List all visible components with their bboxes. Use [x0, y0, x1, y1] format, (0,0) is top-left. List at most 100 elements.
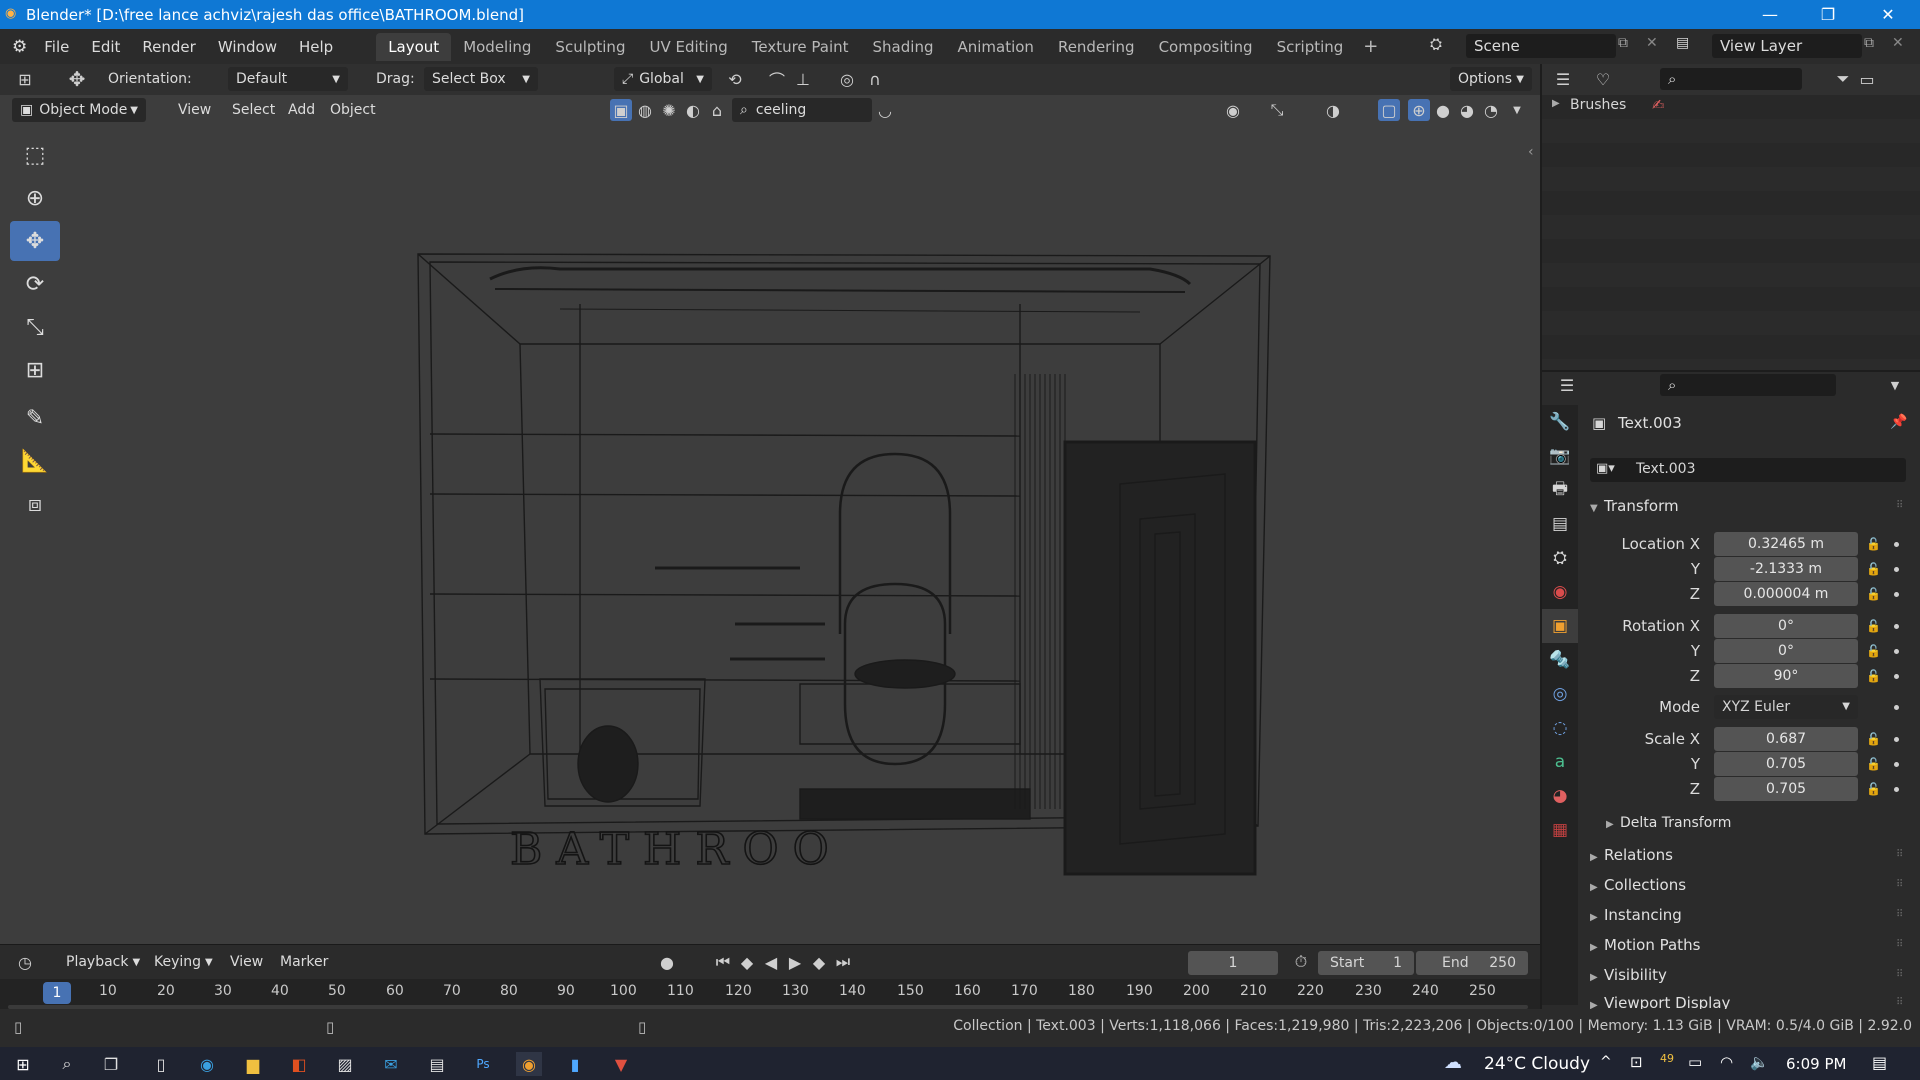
task-view-icon[interactable]: ❐ — [98, 1052, 124, 1076]
maximize-icon[interactable]: ❐ — [1800, 0, 1856, 29]
menu-edit[interactable]: Edit — [80, 38, 131, 56]
keyframe-dot-icon[interactable] — [1894, 592, 1899, 597]
lock-icon[interactable]: 🔓 — [1866, 537, 1881, 551]
cursor-tool-icon[interactable]: ⊕ — [10, 178, 60, 218]
filter-camera-icon[interactable]: ⌂ — [706, 99, 728, 121]
drag-grip-icon[interactable]: ⠿ — [1896, 997, 1904, 1008]
tab-shading[interactable]: Shading — [861, 33, 946, 61]
outliner-filter-icon[interactable]: ⏷ — [1832, 68, 1854, 90]
minimize-icon[interactable]: — — [1742, 0, 1798, 29]
outliner-editor-type-icon[interactable]: ☰ — [1552, 68, 1574, 90]
constraints-tab-icon[interactable]: a — [1542, 745, 1578, 779]
viewport-menu-add[interactable]: Add — [280, 98, 323, 122]
stopwatch-icon[interactable]: ⏱ — [1290, 951, 1312, 973]
outliner-display-mode-icon[interactable]: ♡ — [1592, 68, 1614, 90]
menu-render[interactable]: Render — [131, 38, 206, 56]
visibility-section[interactable]: ▶ Visibility — [1590, 966, 1667, 984]
marker-menu[interactable]: Marker — [272, 950, 336, 974]
snap-element-icon[interactable]: ⊥ — [792, 68, 814, 90]
notepad-icon[interactable]: ▮ — [562, 1052, 588, 1076]
filter-mesh-icon[interactable]: ◍ — [634, 99, 656, 121]
physics-tab-icon[interactable]: ◌ — [1542, 711, 1578, 745]
windows-start-icon[interactable]: ⊞ — [10, 1052, 36, 1076]
delta-transform-section[interactable]: ▶ Delta Transform — [1606, 815, 1731, 831]
lock-icon[interactable]: 🔓 — [1866, 587, 1881, 601]
add-cube-tool-icon[interactable]: ⧈ — [10, 484, 60, 524]
material-shading-icon[interactable]: ◕ — [1456, 99, 1478, 121]
timeline-editor-type-icon[interactable]: ◷ — [14, 951, 36, 973]
pin-icon[interactable]: 📌 — [1890, 414, 1907, 430]
tab-modeling[interactable]: Modeling — [451, 33, 543, 61]
collections-section[interactable]: ▶ Collections — [1590, 876, 1686, 894]
outliner-item-brushes[interactable]: Brushes — [1570, 97, 1626, 113]
tab-sculpting[interactable]: Sculpting — [543, 33, 637, 61]
location-x-field[interactable]: 0.32465 m — [1714, 532, 1858, 556]
3d-viewport[interactable]: BATHROO ‹ — [0, 64, 1540, 944]
lock-icon[interactable]: 🔓 — [1866, 757, 1881, 771]
filter-light-icon[interactable]: ✺ — [658, 99, 680, 121]
filter-world-icon[interactable]: ◐ — [682, 99, 704, 121]
jump-end-icon[interactable]: ⏭ — [832, 951, 854, 973]
search-options-icon[interactable]: ◡ — [874, 99, 896, 121]
start-frame-field[interactable]: Start 1 — [1318, 951, 1414, 975]
viewport-menu-select[interactable]: Select — [224, 98, 283, 122]
keyframe-dot-icon[interactable] — [1894, 542, 1899, 547]
world-tab-icon[interactable]: ◉ — [1542, 575, 1578, 609]
jump-start-icon[interactable]: ⏮ — [712, 951, 734, 973]
xray-toggle-icon[interactable]: ▢ — [1378, 99, 1400, 121]
shading-options-icon[interactable]: ▼ — [1506, 99, 1528, 121]
mail-icon[interactable]: ✉ — [378, 1052, 404, 1076]
transform-tool-icon[interactable]: ⊞ — [10, 350, 60, 390]
rotation-z-field[interactable]: 90° — [1714, 664, 1858, 688]
weather-cloud-icon[interactable]: ☁ — [1444, 1052, 1462, 1073]
scale-y-field[interactable]: 0.705 — [1714, 752, 1858, 776]
store-icon[interactable]: ▤ — [424, 1052, 450, 1076]
tray-app-icon[interactable]: ⊡ — [1630, 1053, 1643, 1071]
outliner-search-input[interactable]: ⌕ — [1660, 68, 1802, 90]
move-tool-button-icon[interactable]: ✥ — [10, 221, 60, 261]
lock-icon[interactable]: 🔓 — [1866, 732, 1881, 746]
output-tab-icon[interactable]: 🖶 — [1542, 473, 1578, 507]
object-datablock-icon[interactable]: ▣▾ — [1596, 461, 1615, 476]
render-tab-icon[interactable]: 📷 — [1542, 439, 1578, 473]
tab-compositing[interactable]: Compositing — [1147, 33, 1265, 61]
drag-grip-icon[interactable]: ⠿ — [1896, 500, 1904, 511]
outliner-new-collection-icon[interactable]: ▭ — [1856, 68, 1878, 90]
keyframe-dot-icon[interactable] — [1894, 649, 1899, 654]
mode-dropdown[interactable]: ▣ Object Mode ▼ — [12, 98, 146, 122]
transform-orientation-dropdown[interactable]: ⤢ Global ▼ — [614, 67, 712, 91]
drag-grip-icon[interactable]: ⠿ — [1896, 969, 1904, 980]
menu-file[interactable]: File — [33, 38, 80, 56]
scene-tab-icon[interactable]: ⛭ — [1542, 541, 1578, 575]
lock-icon[interactable]: 🔓 — [1866, 562, 1881, 576]
location-y-field[interactable]: -2.1333 m — [1714, 557, 1858, 581]
drag-dropdown[interactable]: Select Box ▼ — [424, 67, 538, 91]
tool-tab-icon[interactable]: 🔧 — [1542, 405, 1578, 439]
viewport-collapse-arrow-icon[interactable]: ‹ — [1528, 144, 1534, 160]
drag-grip-icon[interactable]: ⠿ — [1896, 849, 1904, 860]
menu-help[interactable]: Help — [288, 38, 344, 56]
battery-icon[interactable]: ▭ — [1688, 1053, 1702, 1071]
playback-menu[interactable]: Playback ▼ — [58, 950, 148, 974]
photoshop-icon[interactable]: Ps — [470, 1052, 496, 1076]
instancing-section[interactable]: ▶ Instancing — [1590, 906, 1682, 924]
playhead[interactable]: 1 — [43, 982, 71, 1004]
object-tab-icon[interactable]: ▣ — [1542, 609, 1578, 643]
delete-scene-icon[interactable]: ✕ — [1646, 35, 1658, 51]
relations-section[interactable]: ▶ Relations — [1590, 846, 1673, 864]
lock-icon[interactable]: 🔓 — [1866, 782, 1881, 796]
measure-tool-icon[interactable]: 📐 — [10, 441, 60, 481]
pivot-point-icon[interactable]: ⟲ — [724, 68, 746, 90]
select-box-tool-icon[interactable]: ⬚ — [10, 135, 60, 175]
prev-keyframe-icon[interactable]: ◆ — [736, 951, 758, 973]
clock-time[interactable]: 6:09 PM — [1786, 1055, 1846, 1073]
drag-grip-icon[interactable]: ⠿ — [1896, 909, 1904, 920]
proportional-edit-icon[interactable]: ◎ — [836, 68, 858, 90]
viewport-search-field[interactable]: ⌕ ceeling — [732, 98, 872, 122]
scale-x-field[interactable]: 0.687 — [1714, 727, 1858, 751]
tab-layout[interactable]: Layout — [376, 32, 452, 61]
drag-grip-icon[interactable]: ⠿ — [1896, 939, 1904, 950]
gizmo-icon[interactable]: ⤡ — [1266, 99, 1288, 121]
texture-tab-icon[interactable]: ▦ — [1542, 813, 1578, 847]
add-workspace-icon[interactable]: + — [1355, 36, 1386, 57]
